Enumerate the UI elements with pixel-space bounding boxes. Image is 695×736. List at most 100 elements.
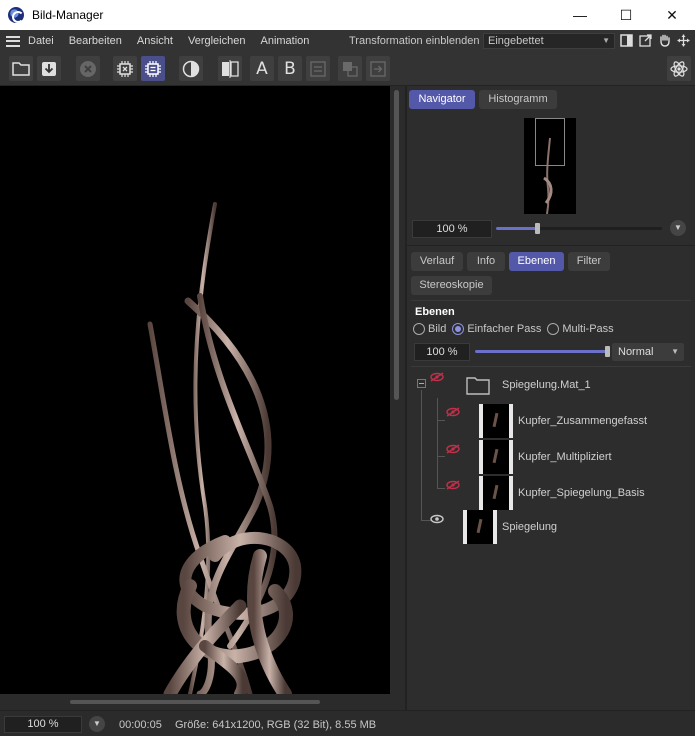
viewer-vertical-scrollbar[interactable] <box>394 90 399 400</box>
opacity-handle[interactable] <box>605 346 610 357</box>
layer-visibility-hidden-icon[interactable] <box>446 444 460 454</box>
layer-thumbnail[interactable] <box>463 510 497 544</box>
expand-window-icon[interactable] <box>638 33 653 48</box>
opacity-field[interactable]: 100 % <box>414 343 470 361</box>
layer-mode-radio-group: Bild Einfacher Pass Multi-Pass <box>413 323 620 335</box>
layer-visibility-visible-icon[interactable] <box>430 514 444 524</box>
tab-histogramm[interactable]: Histogramm <box>479 90 557 109</box>
menu-ansicht[interactable]: Ansicht <box>137 35 173 47</box>
pan-hand-icon[interactable] <box>657 33 672 48</box>
navigator-zoom-field[interactable]: 100 % <box>412 220 492 238</box>
navigator-zoom-fill <box>496 227 538 230</box>
radio-einfacher-pass[interactable] <box>452 323 465 335</box>
layer-visibility-hidden-icon[interactable] <box>430 372 444 382</box>
chip-icon <box>117 60 133 77</box>
layer-name[interactable]: Kupfer_Zusammengefasst <box>518 415 647 427</box>
tab-stereoskopie[interactable]: Stereoskopie <box>411 276 492 295</box>
ab-compare-button[interactable] <box>218 56 242 81</box>
render-time: 00:00:05 <box>119 719 162 731</box>
render-region-button[interactable] <box>113 56 137 81</box>
opacity-fill <box>475 350 608 353</box>
overlay-button[interactable] <box>338 56 362 81</box>
menu-datei[interactable]: Datei <box>28 35 54 47</box>
chevron-down-icon: ▼ <box>93 719 101 728</box>
image-info: Größe: 641x1200, RGB (32 Bit), 8.55 MB <box>175 719 377 731</box>
cinema4d-app-icon <box>8 7 24 23</box>
status-bar: 100 % ▼ 00:00:05 Größe: 641x1200, RGB (3… <box>0 710 695 736</box>
overlay-icon <box>343 61 358 77</box>
radio-multi-pass[interactable] <box>547 323 560 335</box>
tab-verlauf[interactable]: Verlauf <box>411 252 463 271</box>
stop-render-button[interactable] <box>76 56 100 81</box>
atom-icon <box>670 60 688 77</box>
cancel-circle-icon <box>80 60 96 77</box>
minimize-button[interactable]: — <box>557 0 603 30</box>
blend-mode-select[interactable]: Normal ▼ <box>612 343 684 361</box>
export-icon <box>370 60 386 77</box>
contrast-button[interactable] <box>179 56 203 81</box>
folder-icon <box>12 62 30 76</box>
menu-vergleichen[interactable]: Vergleichen <box>188 35 246 47</box>
move-arrows-icon[interactable] <box>676 33 691 48</box>
status-zoom-field[interactable]: 100 % <box>4 716 82 733</box>
navigator-zoom-slider[interactable] <box>496 223 662 234</box>
layer-name[interactable]: Spiegelung <box>502 521 557 533</box>
layer-thumbnail[interactable] <box>479 440 513 474</box>
render-view-button[interactable] <box>141 56 165 81</box>
set-a-button[interactable]: A <box>250 56 274 81</box>
menu-bar: Datei Bearbeiten Ansicht Vergleichen Ani… <box>0 30 695 52</box>
transform-label: Transformation einblenden <box>349 35 480 47</box>
layer-name[interactable]: Kupfer_Spiegelung_Basis <box>518 487 645 499</box>
transform-mode-value: Eingebettet <box>488 35 544 47</box>
toolbar: A B <box>0 52 695 86</box>
layer-thumbnail[interactable] <box>479 404 513 438</box>
radio-multi-pass-label[interactable]: Multi-Pass <box>562 323 613 335</box>
set-b-button[interactable]: B <box>278 56 302 81</box>
radio-einfacher-pass-label[interactable]: Einfacher Pass <box>467 323 541 335</box>
chevron-down-icon: ▼ <box>602 36 610 45</box>
collapse-toggle-icon[interactable] <box>417 379 426 388</box>
chevron-down-icon: ▼ <box>674 223 682 232</box>
navigator-zoom-handle[interactable] <box>535 223 540 234</box>
chip-lines-icon <box>145 60 161 77</box>
menu-bearbeiten[interactable]: Bearbeiten <box>69 35 122 47</box>
save-download-button[interactable] <box>37 56 61 81</box>
blend-mode-value: Normal <box>618 346 654 358</box>
chevron-down-icon: ▼ <box>671 347 679 356</box>
contrast-icon <box>182 60 200 77</box>
menu-animation[interactable]: Animation <box>260 35 309 47</box>
layer-thumbnail[interactable] <box>479 476 513 510</box>
swap-icon <box>310 60 326 77</box>
close-button[interactable]: ✕ <box>649 0 695 30</box>
download-icon <box>42 61 56 76</box>
viewer-horizontal-scrollbar[interactable] <box>70 700 320 704</box>
status-zoom-dropdown[interactable]: ▼ <box>89 716 105 732</box>
layer-visibility-hidden-icon[interactable] <box>446 407 460 417</box>
radio-bild-label[interactable]: Bild <box>428 323 446 335</box>
compare-split-icon <box>222 59 239 78</box>
maximize-button[interactable]: ☐ <box>603 0 649 30</box>
tab-filter[interactable]: Filter <box>568 252 610 271</box>
export-button[interactable] <box>366 56 390 81</box>
swap-ab-button[interactable] <box>306 56 330 81</box>
layer-name[interactable]: Kupfer_Multipliziert <box>518 451 612 463</box>
title-bar: Bild-Manager — ☐ ✕ <box>0 0 695 30</box>
opacity-slider[interactable] <box>475 346 610 357</box>
tab-ebenen[interactable]: Ebenen <box>509 252 564 271</box>
radio-bild[interactable] <box>413 323 425 335</box>
open-folder-button[interactable] <box>9 56 33 81</box>
panel-layout-icon[interactable] <box>619 33 634 48</box>
folder-icon <box>466 377 490 395</box>
tab-navigator[interactable]: Navigator <box>409 90 475 109</box>
navigator-view-frame[interactable] <box>535 118 565 166</box>
layer-visibility-hidden-icon[interactable] <box>446 480 460 490</box>
hamburger-menu-icon[interactable] <box>6 35 20 47</box>
transform-mode-select[interactable]: Eingebettet ▼ <box>483 33 615 49</box>
window-title: Bild-Manager <box>32 8 104 22</box>
settings-atom-button[interactable] <box>667 56 691 81</box>
tab-info[interactable]: Info <box>467 252 505 271</box>
render-viewport[interactable] <box>0 86 390 694</box>
navigator-options-button[interactable]: ▼ <box>670 220 686 236</box>
layers-section-title: Ebenen <box>415 306 455 318</box>
layer-name[interactable]: Spiegelung.Mat_1 <box>502 379 591 391</box>
